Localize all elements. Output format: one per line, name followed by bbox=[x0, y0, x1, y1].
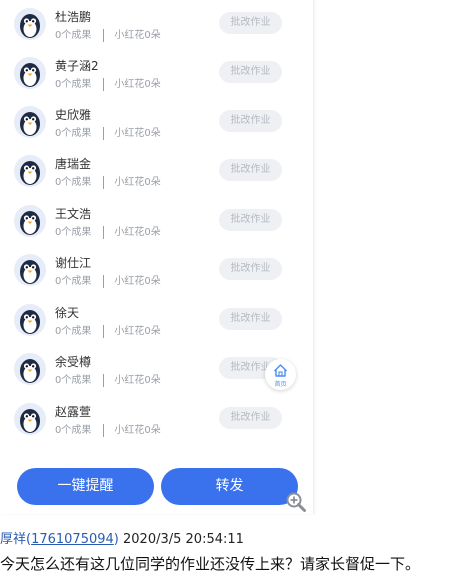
divider bbox=[103, 423, 105, 437]
achievement-count: 0个成果 bbox=[55, 276, 92, 287]
student-name: 唐瑞金 bbox=[55, 157, 92, 171]
list-item: 徐天 0个成果 小红花0朵 批改作业 bbox=[0, 302, 313, 351]
comment-timestamp: 2020/3/5 20:54:11 bbox=[123, 532, 244, 547]
home-icon bbox=[274, 364, 287, 377]
flower-count: 小红花0朵 bbox=[114, 177, 161, 188]
achievement-count: 0个成果 bbox=[55, 30, 92, 41]
penguin-avatar-icon bbox=[14, 304, 46, 336]
student-stats: 0个成果 小红花0朵 bbox=[55, 371, 161, 387]
forward-button[interactable]: 转发 bbox=[161, 468, 298, 505]
student-stats: 0个成果 小红花0朵 bbox=[55, 124, 161, 140]
divider bbox=[103, 28, 105, 42]
grade-homework-button[interactable]: 批改作业 bbox=[219, 159, 282, 181]
divider bbox=[103, 77, 105, 91]
achievement-count: 0个成果 bbox=[55, 227, 92, 238]
penguin-avatar-icon bbox=[14, 155, 46, 187]
flower-count: 小红花0朵 bbox=[114, 425, 161, 436]
flower-count: 小红花0朵 bbox=[114, 128, 161, 139]
penguin-avatar-icon bbox=[14, 106, 46, 138]
flower-count: 小红花0朵 bbox=[114, 276, 161, 287]
divider bbox=[103, 373, 105, 387]
grade-homework-button[interactable]: 批改作业 bbox=[219, 209, 282, 231]
student-name: 黄子涵2 bbox=[55, 59, 99, 73]
flower-count: 小红花0朵 bbox=[114, 79, 161, 90]
home-label: 首页 bbox=[274, 381, 287, 388]
divider bbox=[103, 175, 105, 189]
grade-homework-button[interactable]: 批改作业 bbox=[219, 407, 282, 429]
list-item: 赵露萱 0个成果 小红花0朵 批改作业 bbox=[0, 401, 313, 450]
divider bbox=[103, 126, 105, 140]
grade-homework-button[interactable]: 批改作业 bbox=[219, 61, 282, 83]
student-stats: 0个成果 小红花0朵 bbox=[55, 272, 161, 288]
divider bbox=[103, 274, 105, 288]
penguin-avatar-icon bbox=[14, 403, 46, 435]
achievement-count: 0个成果 bbox=[55, 177, 92, 188]
student-stats: 0个成果 小红花0朵 bbox=[55, 322, 161, 338]
grade-homework-button[interactable]: 批改作业 bbox=[219, 12, 282, 34]
student-name: 史欣雅 bbox=[55, 108, 92, 122]
student-name: 谢仕江 bbox=[55, 256, 92, 270]
penguin-avatar-icon bbox=[14, 205, 46, 237]
comment-author: 厚祥( bbox=[0, 532, 32, 547]
comment-user-id-link[interactable]: 1761075094 bbox=[31, 532, 114, 547]
flower-count: 小红花0朵 bbox=[114, 375, 161, 386]
comment-header: 厚祥(1761075094) 2020/3/5 20:54:11 bbox=[0, 528, 244, 547]
student-stats: 0个成果 小红花0朵 bbox=[55, 223, 161, 239]
student-list-card: 杜浩鹏 0个成果 小红花0朵 批改作业 黄子涵2 0个成果 小红花0朵 批改作业 史… bbox=[0, 0, 314, 514]
achievement-count: 0个成果 bbox=[55, 79, 92, 90]
divider bbox=[103, 225, 105, 239]
flower-count: 小红花0朵 bbox=[114, 326, 161, 337]
flower-count: 小红花0朵 bbox=[114, 227, 161, 238]
student-stats: 0个成果 小红花0朵 bbox=[55, 173, 161, 189]
list-item: 史欣雅 0个成果 小红花0朵 批改作业 bbox=[0, 104, 313, 153]
home-float-button[interactable]: 首页 bbox=[265, 359, 296, 390]
achievement-count: 0个成果 bbox=[55, 326, 92, 337]
divider bbox=[103, 324, 105, 338]
grade-homework-button[interactable]: 批改作业 bbox=[219, 258, 282, 280]
student-stats: 0个成果 小红花0朵 bbox=[55, 421, 161, 437]
grade-homework-button[interactable]: 批改作业 bbox=[219, 110, 282, 132]
student-name: 余受樽 bbox=[55, 355, 92, 369]
list-item: 谢仕江 0个成果 小红花0朵 批改作业 bbox=[0, 252, 313, 301]
student-name: 赵露萱 bbox=[55, 405, 92, 419]
penguin-avatar-icon bbox=[14, 353, 46, 385]
comment-body: 今天怎么还有这几位同学的作业还没传上来？请家长督促一下。 bbox=[0, 555, 421, 573]
comment-author-close: ) bbox=[113, 532, 119, 547]
list-item: 杜浩鹏 0个成果 小红花0朵 批改作业 bbox=[0, 6, 313, 55]
student-name: 杜浩鹏 bbox=[55, 10, 92, 24]
list-item: 唐瑞金 0个成果 小红花0朵 批改作业 bbox=[0, 153, 313, 202]
achievement-count: 0个成果 bbox=[55, 128, 92, 139]
grade-homework-button[interactable]: 批改作业 bbox=[219, 308, 282, 330]
list-item: 黄子涵2 0个成果 小红花0朵 批改作业 bbox=[0, 55, 313, 104]
penguin-avatar-icon bbox=[14, 8, 46, 40]
penguin-avatar-icon bbox=[14, 57, 46, 89]
list-item: 王文浩 0个成果 小红花0朵 批改作业 bbox=[0, 203, 313, 252]
penguin-avatar-icon bbox=[14, 254, 46, 286]
student-name: 王文浩 bbox=[55, 207, 92, 221]
student-stats: 0个成果 小红花0朵 bbox=[55, 75, 161, 91]
achievement-count: 0个成果 bbox=[55, 375, 92, 386]
student-name: 徐天 bbox=[55, 306, 80, 320]
zoom-in-icon[interactable] bbox=[285, 491, 307, 513]
student-stats: 0个成果 小红花0朵 bbox=[55, 26, 161, 42]
flower-count: 小红花0朵 bbox=[114, 30, 161, 41]
remind-all-button[interactable]: 一键提醒 bbox=[17, 468, 154, 505]
achievement-count: 0个成果 bbox=[55, 425, 92, 436]
